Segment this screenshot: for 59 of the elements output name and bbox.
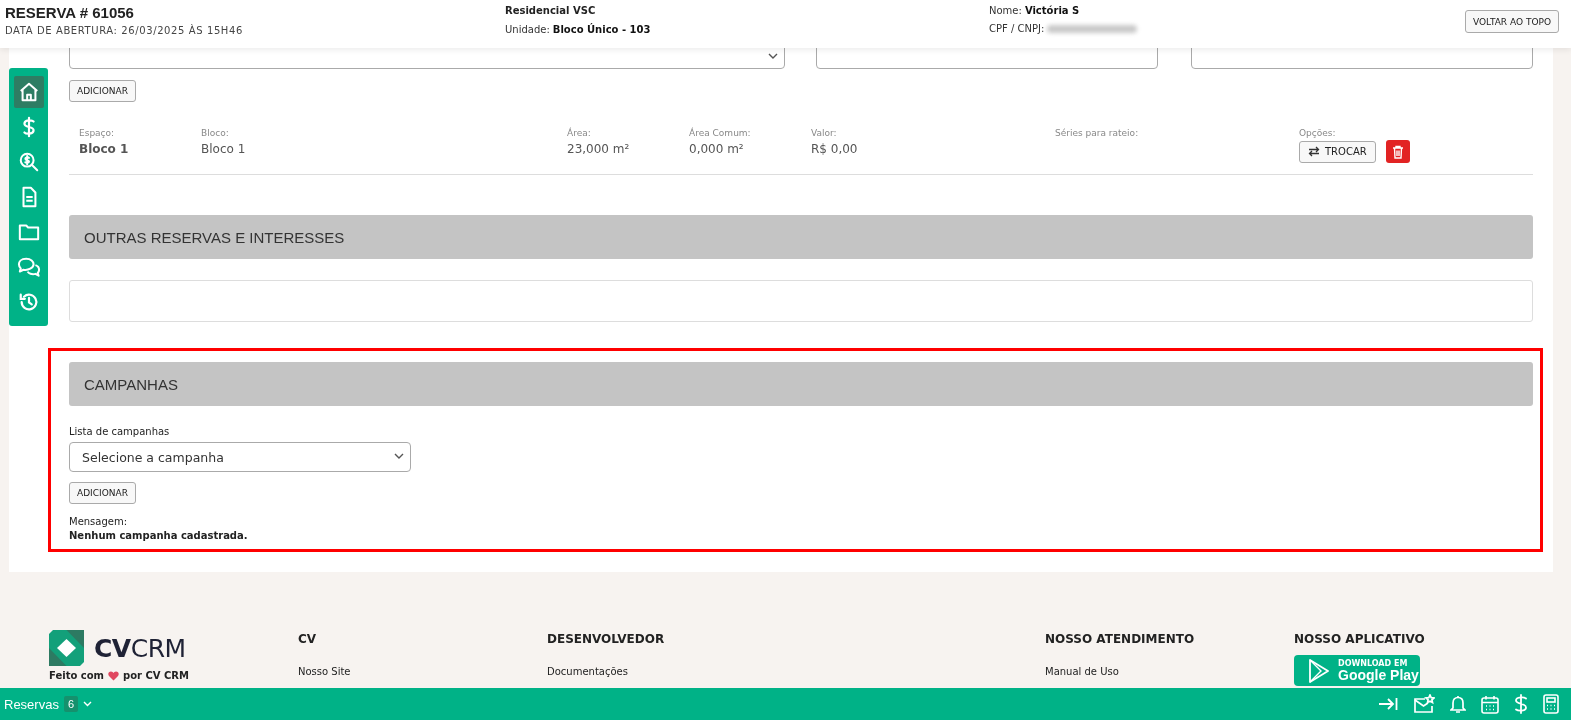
delete-button[interactable] [1385,140,1410,163]
field-label: Lista de campanhas [69,426,171,437]
calculator-icon[interactable] [1543,694,1559,714]
back-to-top-button[interactable]: VOLTAR AO TOPO [1465,10,1559,33]
trash-icon [1391,144,1404,159]
footer-link[interactable]: Nosso Site [298,666,547,677]
mail-star-icon[interactable] [1413,694,1435,714]
add-button[interactable]: ADICIONAR [69,80,136,102]
field-label: Valor: [811,127,838,139]
add-button[interactable]: ADICIONAR [69,482,136,504]
field-label: Bloco: [201,127,230,139]
field-label: Área Comum: [689,127,752,139]
field-value: Bloco 1 [79,142,130,156]
logo-icon [49,630,84,666]
field-value: 23,000 m² [567,142,631,156]
reservation-title: RESERVA # 61056 [5,4,135,22]
swap-arrows-icon [1308,146,1320,157]
message-label: Mensagem: [69,516,129,527]
count-badge: 6 [63,696,79,712]
sidebar-home-icon[interactable] [13,76,44,108]
heart-icon [108,670,119,681]
arrow-to-line-icon[interactable] [1378,696,1398,712]
section-title: OUTRAS RESERVAS E INTERESSES [84,228,345,246]
name-label: Nome: [989,4,1022,18]
footer-heading: DESENVOLVEDOR [547,632,666,646]
bell-icon[interactable] [1450,694,1466,714]
unit-value: Bloco Único - 103 [552,23,651,37]
footer-heading: NOSSO ATENDIMENTO [1045,632,1196,646]
field-value: R$ 0,00 [811,142,859,156]
unit-label: Unidade: [505,23,550,37]
message-text: Nenhum campanha cadastrada. [69,530,249,541]
chevron-down-icon[interactable] [83,701,93,707]
footer-heading: CV [298,632,318,646]
footer-heading: NOSSO APLICATIVO [1294,632,1426,646]
field-label: Área: [567,127,592,139]
field-label: Opções: [1299,127,1337,139]
section-title: CAMPANHAS [84,375,178,393]
footer-link[interactable]: Documentações [547,666,1045,677]
field-label: Séries para rateio: [1055,127,1140,139]
field-value: 0,000 m² [689,142,745,156]
field-value: Bloco 1 [201,142,247,156]
input-field[interactable] [1191,48,1533,69]
select-field[interactable] [69,48,785,69]
opening-date: DATA DE ABERTURA: 26/03/2025 ÀS 15H46 [5,25,244,36]
footer-link[interactable]: Manual de Uso [1045,666,1294,677]
dollar-icon[interactable] [1514,694,1528,714]
logo-text: CVCRM [94,633,186,663]
campaign-select[interactable]: Selecione a campanha [69,442,411,472]
input-field[interactable] [816,48,1158,69]
chevron-down-icon [394,453,404,459]
cpf-label: CPF / CNPJ: [989,22,1045,36]
chevron-down-icon [768,53,778,59]
tagline-text: Feito com [49,670,104,681]
calendar-icon[interactable] [1481,694,1499,714]
swap-button[interactable]: TROCAR [1299,140,1376,163]
tagline-text: por CV CRM [123,670,189,681]
field-label: Espaço: [79,127,116,139]
name-value: Victória S [1024,4,1080,18]
project-name: Residencial VSC [505,4,597,18]
